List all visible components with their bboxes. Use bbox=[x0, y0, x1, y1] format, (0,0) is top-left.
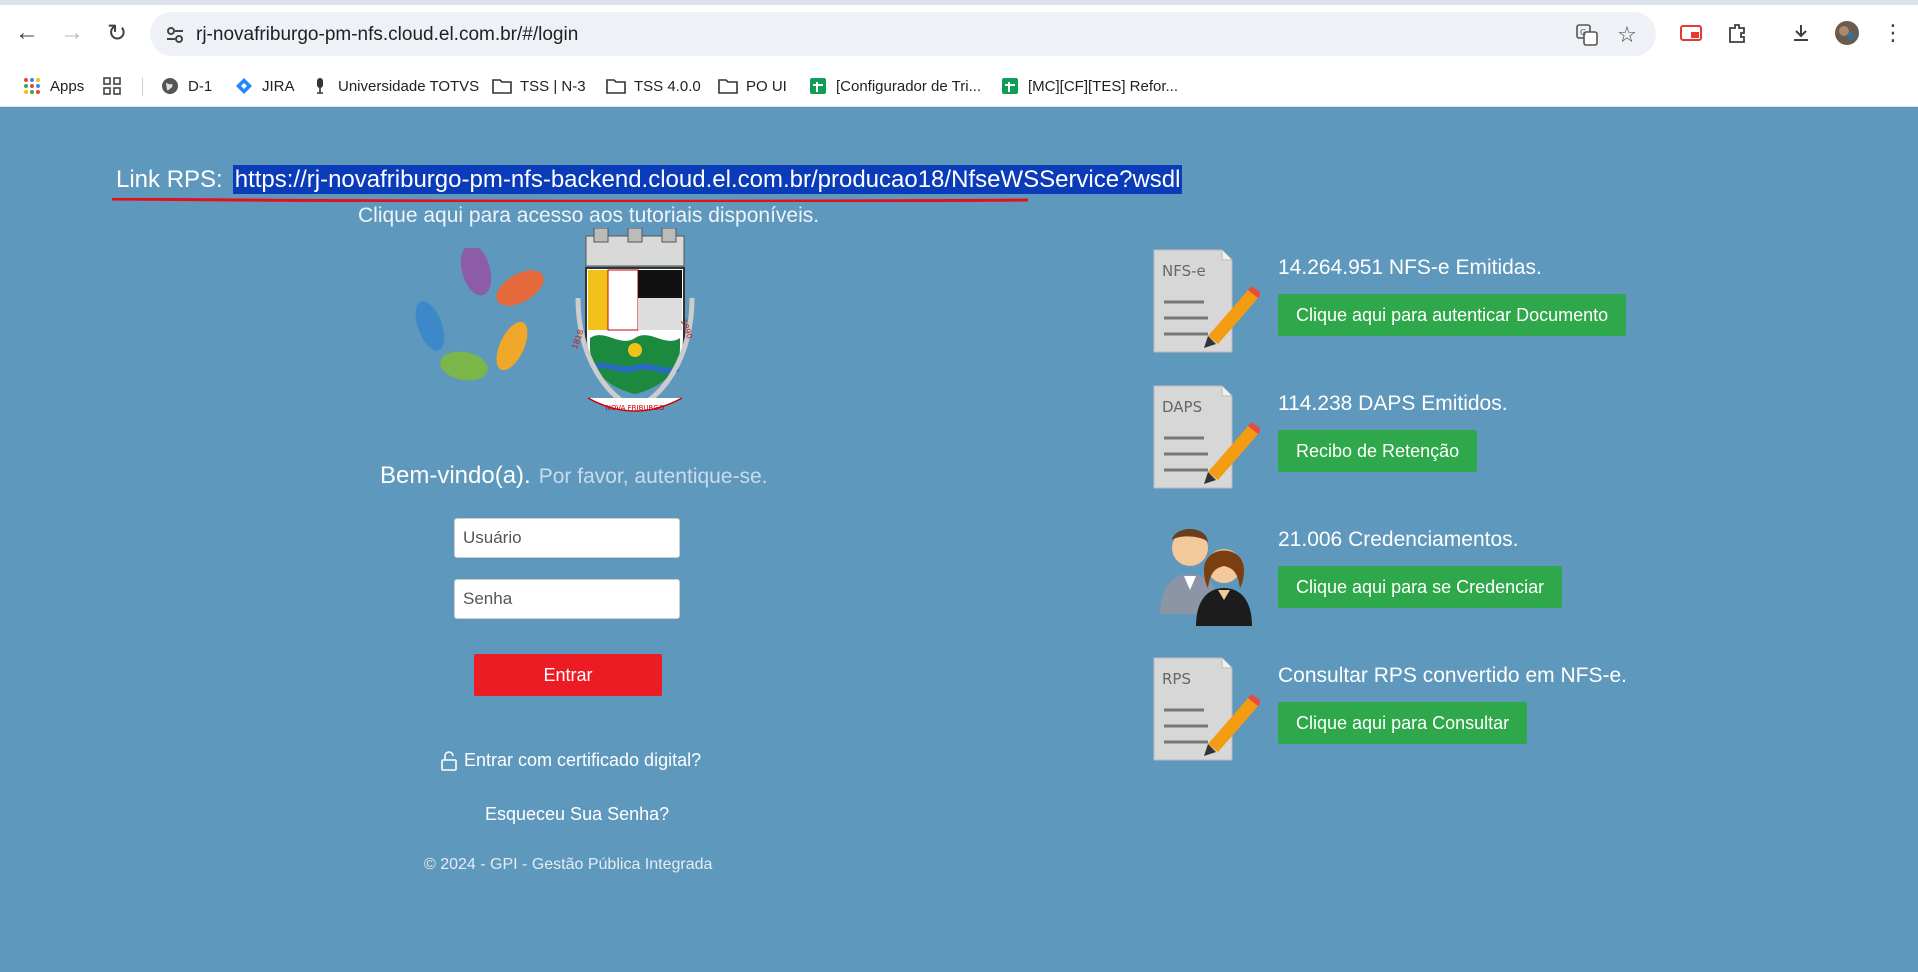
copyright-text: © 2024 - GPI - Gestão Pública Integrada bbox=[424, 856, 713, 873]
login-button[interactable]: Entrar bbox=[474, 654, 662, 696]
crest-banner-text: NOVA FRIBURGO bbox=[606, 404, 665, 412]
password-input[interactable] bbox=[454, 579, 680, 619]
url-text[interactable]: rj-novafriburgo-pm-nfs.cloud.el.com.br/#… bbox=[196, 24, 578, 46]
bookmark-universidade-totvs[interactable]: Universidade TOTVS bbox=[310, 72, 479, 100]
browser-toolbar: ← → ↻ rj-novafriburgo-pm-nfs.cloud.el.co… bbox=[0, 0, 1918, 66]
rps-document-icon: RPS bbox=[1153, 657, 1260, 761]
rps-consult-title: Consultar RPS convertido em NFS-e. bbox=[1278, 664, 1627, 687]
daps-icon-label: DAPS bbox=[1162, 398, 1202, 416]
nfse-document-icon: NFS-e bbox=[1153, 249, 1260, 353]
bookmark-divider bbox=[142, 78, 143, 96]
bookmark-label: JIRA bbox=[262, 77, 295, 95]
link-rps-url[interactable]: https://rj-novafriburgo-pm-nfs-backend.c… bbox=[232, 165, 1183, 194]
translate-icon[interactable]: G bbox=[1574, 22, 1600, 48]
forward-icon[interactable]: → bbox=[57, 18, 87, 48]
forgot-password-link[interactable]: Esqueceu Sua Senha? bbox=[485, 804, 669, 825]
menu-kebab-icon[interactable]: ⋮ bbox=[1878, 18, 1908, 48]
consult-button[interactable]: Clique aqui para Consultar bbox=[1278, 702, 1528, 744]
certificate-login-label: Entrar com certificado digital? bbox=[464, 750, 702, 770]
bookmark-label: D-1 bbox=[188, 77, 213, 95]
bookmark-d1[interactable]: D-1 bbox=[160, 72, 212, 100]
daps-document-icon: DAPS bbox=[1153, 385, 1260, 489]
nova-friburgo-crest: 1818 1890 NOVA FRIBURGO bbox=[570, 228, 695, 412]
login-page: Link RPS: https://rj-novafriburgo-pm-nfs-… bbox=[0, 106, 1918, 972]
site-settings-icon[interactable] bbox=[162, 22, 188, 48]
folder-icon bbox=[718, 76, 738, 96]
link-rps-label: Link RPS: bbox=[116, 166, 223, 193]
bookmark-label: [MC][CF][TES] Refor... bbox=[1028, 77, 1179, 95]
authenticate-document-button[interactable]: Clique aqui para autenticar Documento bbox=[1278, 294, 1627, 336]
download-icon[interactable] bbox=[1786, 18, 1816, 48]
welcome-title: Bem-vindo(a). bbox=[380, 462, 531, 489]
bookmark-label: TSS | N-3 bbox=[520, 77, 586, 95]
bookmarks-bar: Apps D-1 JIRA Universidade TOTVS TSS | N… bbox=[0, 66, 1918, 107]
gpi-star-logo bbox=[415, 248, 544, 381]
address-bar[interactable]: rj-novafriburgo-pm-nfs.cloud.el.com.br/#… bbox=[150, 12, 1656, 56]
sheets-icon bbox=[808, 76, 828, 96]
bookmark-label: TSS 4.0.0 bbox=[634, 77, 701, 95]
nfse-count-title: 14.264.951 NFS-e Emitidas. bbox=[1278, 256, 1542, 279]
credential-button[interactable]: Clique aqui para se Credenciar bbox=[1278, 566, 1563, 608]
jira-icon bbox=[234, 76, 254, 96]
bookmark-apps[interactable]: Apps bbox=[22, 72, 84, 100]
apps-grid-icon bbox=[22, 76, 42, 96]
reload-icon[interactable]: ↻ bbox=[102, 18, 132, 48]
nfse-icon-label: NFS-e bbox=[1162, 262, 1206, 280]
rps-icon-label: RPS bbox=[1162, 670, 1191, 688]
folder-icon bbox=[606, 76, 626, 96]
certificate-login-link[interactable]: Entrar com certificado digital? bbox=[440, 750, 701, 771]
red-underline-annotation bbox=[112, 198, 1028, 202]
cast-icon[interactable] bbox=[1676, 18, 1706, 48]
bookmark-po-ui[interactable]: PO UI bbox=[718, 72, 787, 100]
folder-icon bbox=[492, 76, 512, 96]
tab-strip bbox=[0, 0, 1918, 5]
unlock-icon bbox=[440, 750, 458, 771]
extensions-icon[interactable] bbox=[1722, 18, 1752, 48]
bookmark-configurador[interactable]: [Configurador de Tri... bbox=[808, 72, 981, 100]
welcome-subtitle: Por favor, autentique-se. bbox=[538, 465, 768, 488]
bookmark-tss-400[interactable]: TSS 4.0.0 bbox=[606, 72, 701, 100]
profile-avatar[interactable] bbox=[1832, 18, 1862, 48]
welcome-heading: Bem-vindo(a). Por favor, autentique-se. bbox=[380, 462, 768, 490]
daps-count-title: 114.238 DAPS Emitidos. bbox=[1278, 392, 1508, 415]
bookmark-mc-cf-tes[interactable]: [MC][CF][TES] Refor... bbox=[1000, 72, 1178, 100]
bookmark-label: Apps bbox=[50, 77, 85, 95]
mic-icon bbox=[310, 76, 330, 96]
grid-icon bbox=[102, 76, 122, 96]
link-rps: Link RPS: https://rj-novafriburgo-pm-nfs-… bbox=[116, 165, 1183, 194]
svg-text:G: G bbox=[1580, 28, 1586, 37]
bookmark-grid[interactable] bbox=[102, 72, 130, 100]
bookmark-label: PO UI bbox=[746, 77, 787, 95]
bookmark-label: Universidade TOTVS bbox=[338, 77, 480, 95]
users-icon bbox=[1160, 529, 1252, 626]
sheets-icon bbox=[1000, 76, 1020, 96]
username-input[interactable] bbox=[454, 518, 680, 558]
back-icon[interactable]: ← bbox=[12, 18, 42, 48]
bookmark-label: [Configurador de Tri... bbox=[836, 77, 982, 95]
retention-receipt-button[interactable]: Recibo de Retenção bbox=[1278, 430, 1478, 472]
globe-icon bbox=[160, 76, 180, 96]
bookmark-star-icon[interactable]: ☆ bbox=[1614, 22, 1640, 48]
credentials-count-title: 21.006 Credenciamentos. bbox=[1278, 528, 1519, 551]
bookmark-tss-n3[interactable]: TSS | N-3 bbox=[492, 72, 586, 100]
tutorial-link[interactable]: Clique aqui para acesso aos tutoriais di… bbox=[358, 204, 819, 228]
bookmark-jira[interactable]: JIRA bbox=[234, 72, 295, 100]
